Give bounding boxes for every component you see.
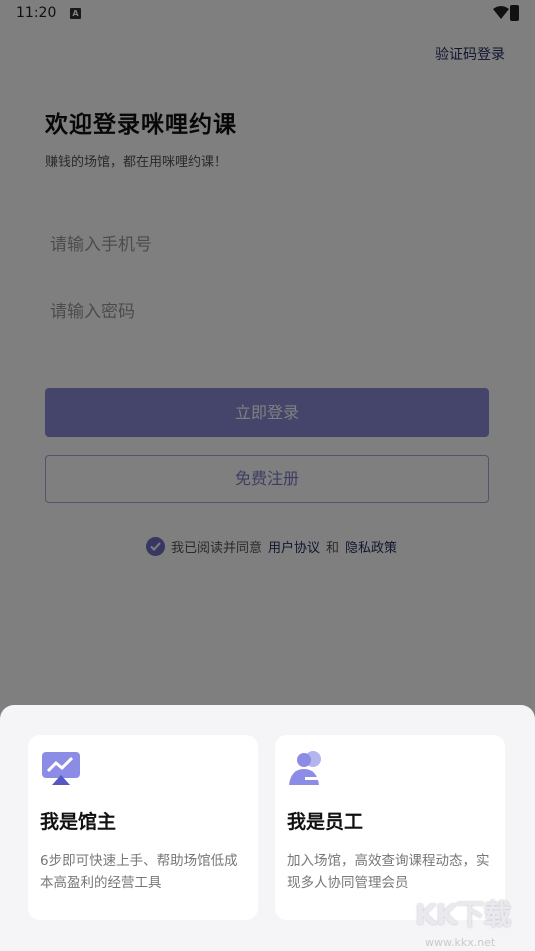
chart-monitor-icon [42, 752, 80, 785]
owner-description: 6步即可快速上手、帮助场馆低成本高盈利的经营工具 [40, 853, 238, 891]
owner-role-card[interactable]: 我是馆主 6步即可快速上手、帮助场馆低成本高盈利的经营工具 [28, 735, 258, 920]
staff-user-icon [289, 751, 321, 785]
staff-description: 加入场馆，高效查询课程动态，实现多人协同管理会员 [287, 853, 490, 891]
role-select-sheet: 我是馆主 6步即可快速上手、帮助场馆低成本高盈利的经营工具 我是员工 加入场馆，… [0, 705, 535, 951]
watermark-url: www.kkx.net [425, 936, 496, 949]
watermark-text: KK下载 [415, 898, 511, 931]
staff-title: 我是员工 [287, 811, 364, 833]
owner-title: 我是馆主 [40, 811, 117, 833]
kkx-watermark: KK下载 www.kkx.net [413, 893, 531, 949]
